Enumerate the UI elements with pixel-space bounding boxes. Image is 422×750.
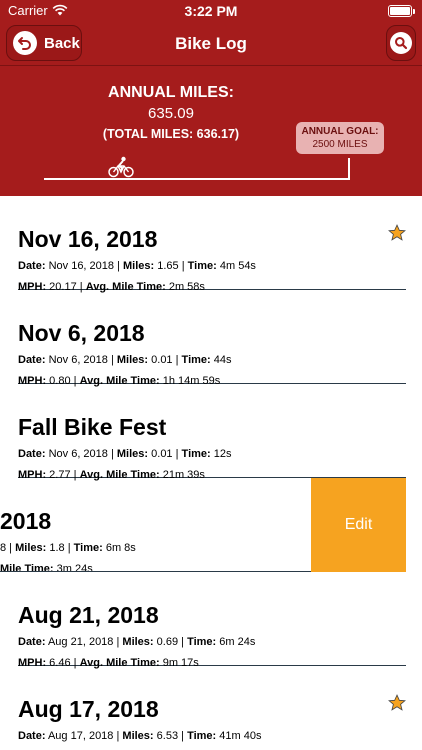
annual-miles-label: ANNUAL MILES: [108,84,234,101]
search-icon [390,32,412,54]
ride-row[interactable]: Nov 16, 2018 Date: Nov 16, 2018 | Miles:… [0,196,422,293]
ride-row[interactable]: Fall Bike Fest Date: Nov 6, 2018 | Miles… [0,384,422,481]
star-icon[interactable] [388,694,406,712]
annual-goal-badge[interactable]: ANNUAL GOAL: 2500 MILES [296,122,384,154]
annual-goal-label: ANNUAL GOAL: [301,126,379,137]
page-title: Bike Log [175,34,247,53]
ride-date-line: Date: Aug 17, 2018 | Miles: 6.53 | Time:… [18,730,262,742]
ride-title: 2018 [0,508,52,534]
ride-date-line: Date: Aug 21, 2018 | Miles: 0.69 | Time:… [18,636,256,648]
ride-list[interactable]: Nov 16, 2018 Date: Nov 16, 2018 | Miles:… [0,196,422,750]
edit-button[interactable]: Edit [311,478,406,572]
cyclist-icon [108,156,134,178]
annual-summary: ANNUAL MILES: 635.09 (TOTAL MILES: 636.1… [0,66,422,196]
status-time: 3:22 PM [184,3,238,19]
goal-progress-track [44,178,350,180]
ride-row[interactable]: Nov 6, 2018 Date: Nov 6, 2018 | Miles: 0… [0,290,422,387]
ride-date-line: Date: Nov 6, 2018 | Miles: 0.01 | Time: … [18,354,232,366]
ride-title: Aug 17, 2018 [18,696,159,722]
ride-title: Fall Bike Fest [18,414,167,440]
nav-bar: Back Bike Log [0,22,422,66]
ride-row-swiped[interactable]: 2018 8 | Miles: 1.8 | Time: 6m 8s Mile T… [0,478,422,572]
ride-date-line: 8 | Miles: 1.8 | Time: 6m 8s [0,542,136,554]
goal-progress-end-marker [348,158,350,179]
ride-title: Nov 6, 2018 [18,320,145,346]
annual-miles-value: 635.09 [148,105,194,122]
ride-title: Nov 16, 2018 [18,226,158,252]
annual-goal-value: 2500 MILES [312,139,368,150]
ride-row[interactable]: Aug 17, 2018 Date: Aug 17, 2018 | Miles:… [0,666,422,750]
status-bar: Carrier 3:22 PM [0,0,422,22]
ride-title: Aug 21, 2018 [18,602,159,628]
ride-speed-line: Mile Time: 3m 24s [0,563,93,572]
total-miles-label: (TOTAL MILES: 636.17) [102,127,240,141]
ride-date-line: Date: Nov 6, 2018 | Miles: 0.01 | Time: … [18,448,232,460]
ride-date-line: Date: Nov 16, 2018 | Miles: 1.65 | Time:… [18,260,256,272]
ride-row[interactable]: Aug 21, 2018 Date: Aug 21, 2018 | Miles:… [0,572,422,669]
star-icon[interactable] [388,224,406,242]
battery-icon [388,5,415,17]
search-button[interactable] [386,25,416,61]
